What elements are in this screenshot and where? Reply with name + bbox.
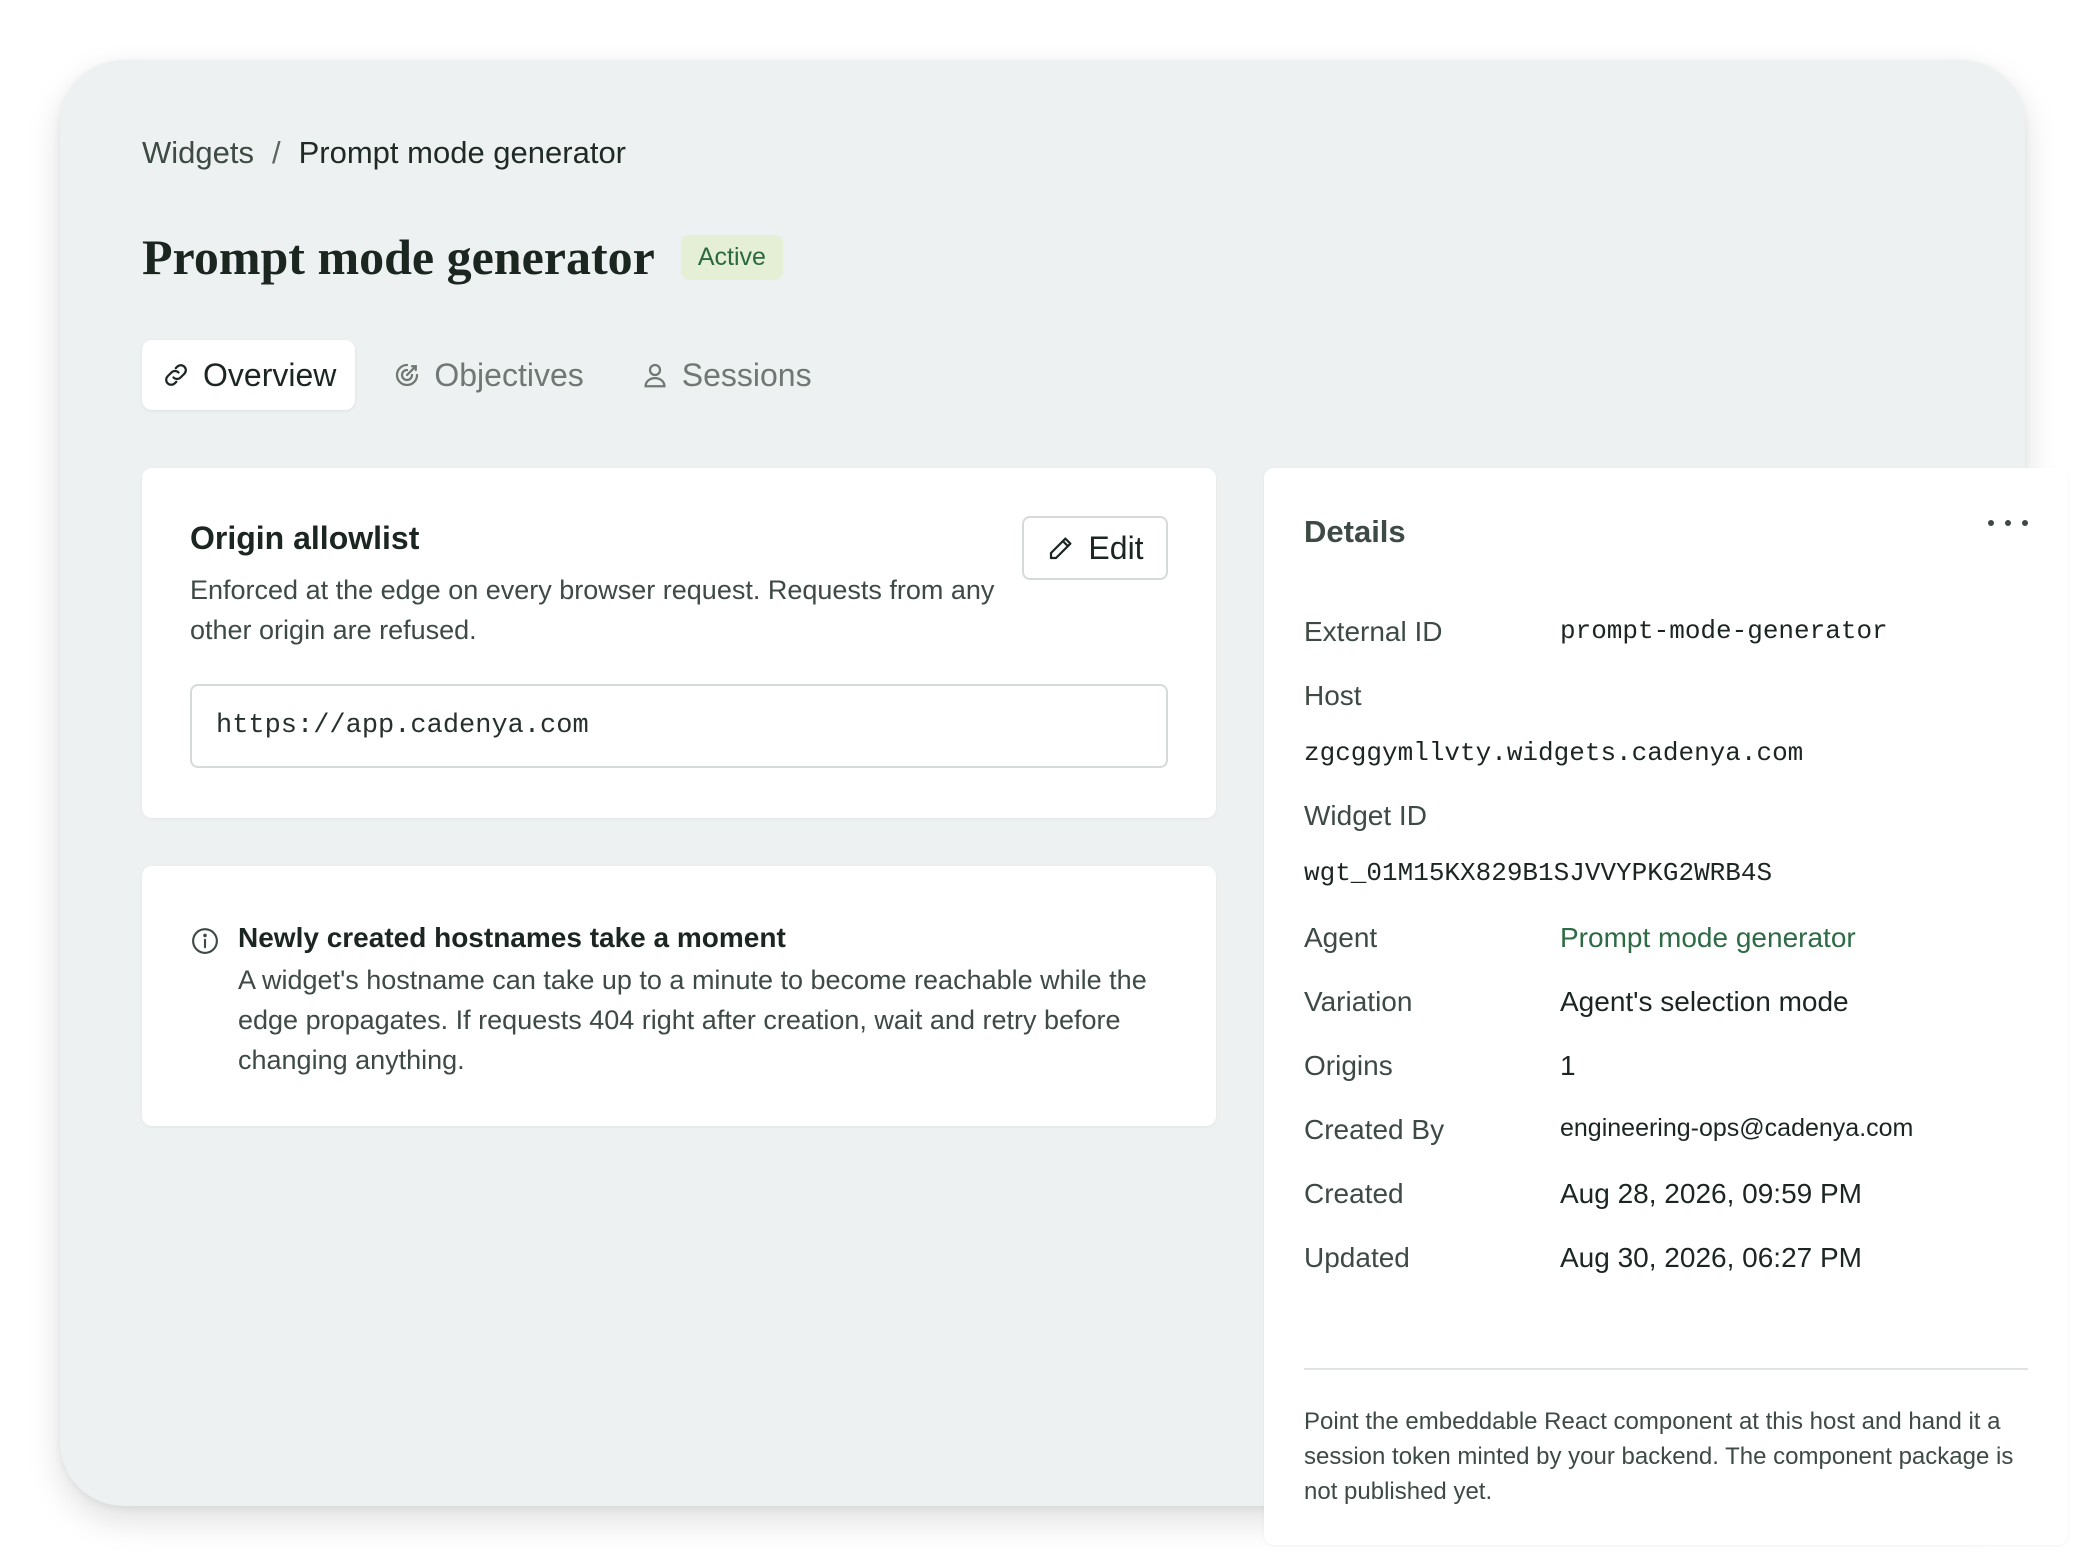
detail-label: External ID: [1304, 616, 1443, 647]
detail-label: Widget ID: [1304, 800, 1427, 831]
more-dot-icon: [2022, 520, 2028, 526]
breadcrumb-current: Prompt mode generator: [298, 135, 627, 170]
detail-label: Origins: [1304, 1050, 1393, 1081]
note-body: A widget's hostname can take up to a min…: [238, 965, 1147, 1075]
status-badge: Active: [680, 234, 783, 280]
tab-overview-label: Overview: [203, 356, 337, 393]
page-title: Prompt mode generator: [142, 229, 655, 285]
detail-label: Created: [1304, 1178, 1404, 1209]
host-value: zgcggymllvty.widgets.cadenya.com: [1304, 738, 1804, 768]
more-dot-icon: [1988, 520, 1994, 526]
origins-value: 1: [1560, 1050, 1576, 1081]
tab-overview[interactable]: Overview: [142, 340, 356, 410]
edit-button-label: Edit: [1088, 529, 1144, 566]
edit-button[interactable]: Edit: [1022, 516, 1168, 580]
detail-label: Variation: [1304, 986, 1413, 1017]
details-title: Details: [1304, 514, 1406, 549]
variation-value: Agent's selection mode: [1560, 986, 1849, 1017]
title-row: Prompt mode generator Active: [142, 228, 783, 286]
detail-label: Host: [1304, 680, 1362, 711]
tab-objectives-label: Objectives: [434, 356, 584, 393]
origin-allowlist-description: Enforced at the edge on every browser re…: [190, 575, 995, 645]
tab-bar: Overview Objectives Sessions: [142, 340, 831, 410]
origin-allowlist-card: Origin allowlist Enforced at the edge on…: [142, 468, 1216, 818]
created-value: Aug 28, 2026, 09:59 PM: [1560, 1178, 1862, 1209]
link-icon: [165, 364, 187, 386]
more-options-button[interactable]: [1988, 508, 2028, 538]
more-dot-icon: [2005, 520, 2011, 526]
detail-label: Created By: [1304, 1114, 1445, 1145]
pencil-icon: [1050, 537, 1072, 560]
detail-label: Agent: [1304, 922, 1378, 953]
details-footer-text: Point the embeddable React component at …: [1304, 1408, 2014, 1505]
tab-sessions-label: Sessions: [681, 356, 812, 393]
breadcrumb-separator: /: [271, 135, 281, 170]
tab-objectives[interactable]: Objectives: [373, 340, 602, 410]
user-icon: [644, 363, 666, 388]
breadcrumb: Widgets / Prompt mode generator: [142, 135, 626, 171]
detail-label: Updated: [1304, 1242, 1410, 1273]
created-by-value: engineering-ops@cadenya.com: [1560, 1114, 1914, 1142]
info-icon: [192, 928, 218, 954]
app-window: Widgets / Prompt mode generator Prompt m…: [60, 60, 2068, 1545]
details-divider: [1304, 1368, 2028, 1370]
breadcrumb-parent-link[interactable]: Widgets: [142, 135, 254, 171]
widget-id-value: wgt_01M15KX829B1SJVVYPKG2WRB4S: [1304, 858, 1773, 888]
note-title: Newly created hostnames take a moment: [238, 922, 786, 953]
tab-sessions[interactable]: Sessions: [621, 340, 831, 410]
origin-input[interactable]: [190, 684, 1168, 768]
hostname-note-card: Newly created hostnames take a moment A …: [142, 866, 1216, 1126]
target-icon: [396, 363, 419, 387]
updated-value: Aug 30, 2026, 06:27 PM: [1560, 1242, 1862, 1273]
agent-link[interactable]: Prompt mode generator: [1560, 922, 1856, 954]
details-card: Details External ID prompt-mode-generato…: [1264, 468, 2068, 1545]
origin-allowlist-title: Origin allowlist: [190, 520, 420, 556]
external-id-value: prompt-mode-generator: [1560, 616, 1888, 646]
